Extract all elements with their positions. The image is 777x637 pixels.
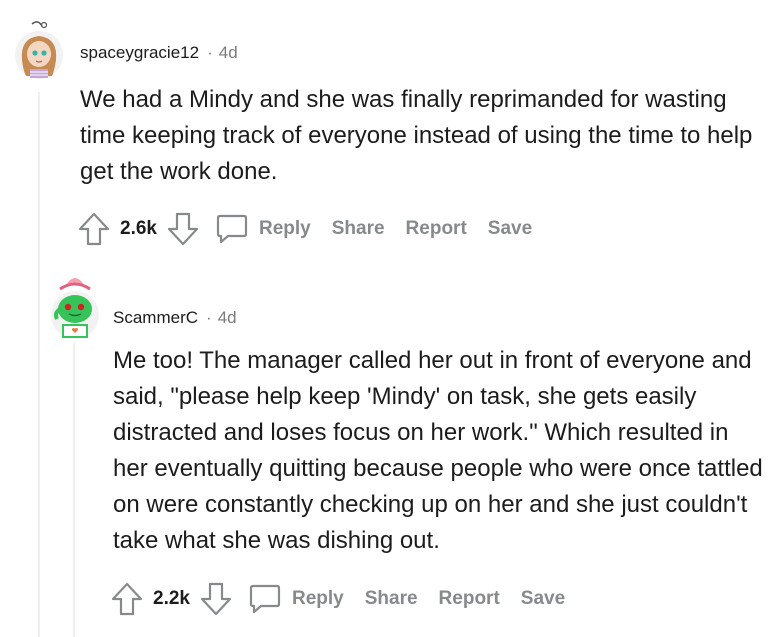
reply-button[interactable]: Reply [259,218,311,240]
share-button[interactable]: Share [332,218,385,240]
comment-meta: spaceygracie12 · 4d [80,41,238,65]
comment-body: We had a Mindy and she was finally repri… [80,86,753,185]
avatar[interactable] [48,275,102,341]
comment-actions: 2.6k Reply Share Report Save [78,211,532,247]
username-link[interactable]: ScammerC [113,308,198,328]
downvote-icon[interactable] [167,212,199,246]
reply-button[interactable]: Reply [292,588,344,610]
meta-separator: · [207,43,213,62]
comment-meta: ScammerC · 4d [113,306,237,330]
comment-body: Me too! The manager called her out in fr… [113,347,763,554]
save-button[interactable]: Save [488,218,532,240]
thread-line-level-1[interactable] [38,92,40,637]
vote-score: 2.2k [153,588,190,609]
upvote-icon[interactable] [111,582,143,616]
reply-icon[interactable] [215,213,249,245]
upvote-icon[interactable] [78,212,110,246]
thread-line-level-2[interactable] [73,343,75,637]
downvote-icon[interactable] [200,582,232,616]
meta-separator: · [206,308,212,327]
comment-age[interactable]: 4d [218,308,237,328]
report-button[interactable]: Report [406,218,467,240]
share-button[interactable]: Share [365,588,418,610]
reply-icon[interactable] [248,583,282,615]
username-link[interactable]: spaceygracie12 [80,43,199,63]
vote-score: 2.6k [120,218,157,239]
comment-actions: 2.2k Reply Share Report Save [111,581,565,617]
comment-age[interactable]: 4d [219,43,238,63]
report-button[interactable]: Report [439,588,500,610]
save-button[interactable]: Save [521,588,565,610]
avatar[interactable] [14,20,64,80]
